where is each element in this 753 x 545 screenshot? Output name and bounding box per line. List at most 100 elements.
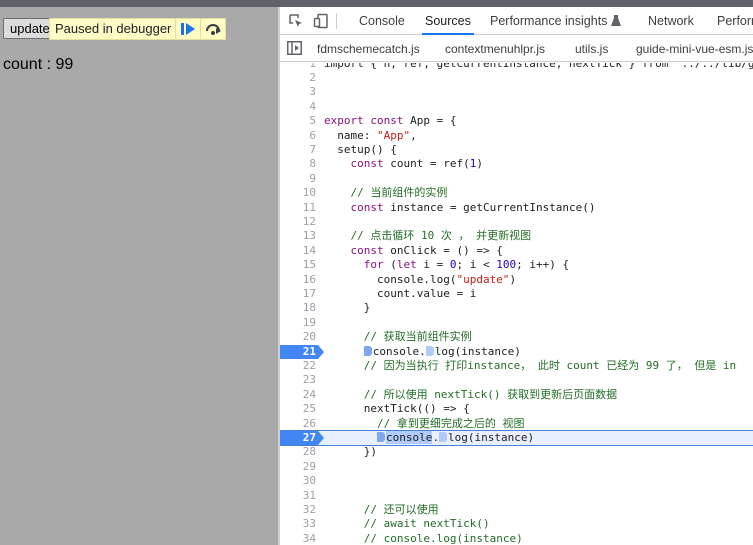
breakpoint-marker[interactable]: 21 <box>280 344 324 359</box>
code-text: // await nextTick() <box>363 517 490 531</box>
code-text: count.value = i <box>324 287 477 300</box>
devtools-panel: Console Sources Performance insights Net… <box>280 7 753 545</box>
code-line: 9 <box>280 172 753 186</box>
paused-label: Paused in debugger <box>55 21 172 36</box>
code-line: 7 setup() { <box>280 143 753 157</box>
line-number[interactable]: 22 <box>280 359 318 373</box>
code-line: 8 const count = ref(1) <box>280 157 753 171</box>
code-line: 20 // 获取当前组件实例 <box>280 330 753 344</box>
code-line: 1 import { h, ref, getCurrentInstance, n… <box>280 63 753 71</box>
line-number[interactable]: 24 <box>280 388 318 402</box>
line-number[interactable]: 34 <box>280 532 318 545</box>
code-text: export const App = { <box>324 114 457 128</box>
line-number[interactable]: 11 <box>280 201 318 215</box>
code-text: // 还可以使用 <box>363 503 439 516</box>
line-number[interactable]: 29 <box>280 460 318 474</box>
line-number[interactable]: 4 <box>280 100 318 114</box>
editor-file-tabs: fdmschemecatch.js contextmenuhlpr.js uti… <box>280 36 753 62</box>
code-line: 4 <box>280 100 753 114</box>
devtools-toolbar: Console Sources Performance insights Net… <box>280 7 753 35</box>
navigator-toggle-icon[interactable] <box>287 41 302 55</box>
line-number[interactable]: 20 <box>280 330 318 344</box>
file-tab-contextmenuhlpr[interactable]: contextmenuhlpr.js <box>445 36 545 62</box>
code-text: setup() { <box>324 143 397 156</box>
tab-sources[interactable]: Sources <box>422 7 474 35</box>
file-tab-utils[interactable]: utils.js <box>575 36 608 62</box>
line-number[interactable]: 13 <box>280 229 318 243</box>
code-line: 16 console.log("update") <box>280 273 753 287</box>
line-number[interactable]: 32 <box>280 503 318 517</box>
code-line: 25 nextTick(() => { <box>280 402 753 416</box>
code-line: 23 <box>280 373 753 387</box>
resume-button[interactable] <box>175 19 200 39</box>
step-over-button[interactable] <box>200 19 225 39</box>
code-line-breakpoint: 27 console. log(instance) <box>280 430 753 446</box>
page-viewport: update Paused in debugger count : 99 <box>0 7 278 545</box>
breakpoint-marker[interactable]: 27 <box>280 431 324 445</box>
line-number[interactable]: 10 <box>280 186 318 200</box>
code-line: 2 <box>280 71 753 85</box>
code-line: 33 // await nextTick() <box>280 517 753 531</box>
line-number[interactable]: 2 <box>280 71 318 85</box>
code-line: 5 export const App = { <box>280 114 753 128</box>
code-line: 17 count.value = i <box>280 287 753 301</box>
line-number[interactable]: 25 <box>280 402 318 416</box>
code-line: 19 <box>280 316 753 330</box>
line-number[interactable]: 31 <box>280 489 318 503</box>
line-number[interactable]: 19 <box>280 316 318 330</box>
toolbar-separator <box>336 13 337 29</box>
line-number[interactable]: 28 <box>280 445 318 459</box>
line-number[interactable]: 17 <box>280 287 318 301</box>
line-number[interactable]: 26 <box>280 417 318 431</box>
line-number[interactable]: 33 <box>280 517 318 531</box>
line-number[interactable]: 9 <box>280 172 318 186</box>
tab-performance[interactable]: Performance <box>717 7 753 35</box>
code-line: 3 <box>280 85 753 99</box>
code-line: 12 <box>280 215 753 229</box>
tab-network[interactable]: Network <box>648 7 694 35</box>
code-line: 15 for (let i = 0; i < 100; i++) { <box>280 258 753 272</box>
line-number[interactable]: 5 <box>280 114 318 128</box>
line-number[interactable]: 12 <box>280 215 318 229</box>
code-line: 13 // 点击循环 10 次 ， 并更新视图 <box>280 229 753 243</box>
code-text: import { h, ref, getCurrentInstance, nex… <box>324 63 753 70</box>
code-text: // 当前组件的实例 <box>350 186 448 200</box>
paused-in-debugger-bar: Paused in debugger <box>49 18 227 40</box>
inspect-element-icon[interactable] <box>288 13 304 29</box>
file-tab-guide-mini-vue-esm[interactable]: guide-mini-vue-esm.js <box>636 36 753 62</box>
device-toolbar-icon[interactable] <box>313 13 329 29</box>
code-text: console.log("update") <box>324 272 517 286</box>
line-number[interactable]: 16 <box>280 273 318 287</box>
code-text: // 因为当执行 打印instance， 此时 count 已经为 99 了， … <box>363 359 737 372</box>
window-top-strip <box>0 0 753 7</box>
code-line: 34 // console.log(instance) <box>280 532 753 545</box>
code-line: 26 // 拿到更细完成之后的 视图 <box>280 417 753 431</box>
line-number[interactable]: 15 <box>280 258 318 272</box>
code-text: // 拿到更细完成之后的 视图 <box>376 416 525 430</box>
code-line: 24 // 所以使用 nextTick() 获取到更新后页面数据 <box>280 388 753 402</box>
code-text: const instance = getCurrentInstance() <box>350 200 596 214</box>
line-number[interactable]: 6 <box>280 129 318 143</box>
code-text: console. log(instance) <box>324 431 534 445</box>
tab-console[interactable]: Console <box>359 7 405 35</box>
line-number[interactable]: 7 <box>280 143 318 157</box>
line-number[interactable]: 8 <box>280 157 318 171</box>
line-number[interactable]: 18 <box>280 301 318 315</box>
code-editor[interactable]: 1 import { h, ref, getCurrentInstance, n… <box>280 63 753 545</box>
code-text: // 获取当前组件实例 <box>363 330 472 344</box>
code-text: name: "App", <box>324 128 417 142</box>
line-number[interactable]: 30 <box>280 474 318 488</box>
line-number[interactable]: 23 <box>280 373 318 387</box>
code-text: // console.log(instance) <box>363 531 523 545</box>
code-line: 22 // 因为当执行 打印instance， 此时 count 已经为 99 … <box>280 359 753 373</box>
file-tab-fdmschemecatch[interactable]: fdmschemecatch.js <box>317 36 420 62</box>
code-line: 10 // 当前组件的实例 <box>280 186 753 200</box>
line-number[interactable]: 14 <box>280 244 318 258</box>
tab-performance-insights[interactable]: Performance insights <box>490 7 621 35</box>
code-text: nextTick(() => { <box>324 402 470 416</box>
code-line: 29 <box>280 460 753 474</box>
step-over-icon <box>206 24 222 35</box>
code-text: for (let i = 0; i < 100; i++) { <box>363 258 570 272</box>
code-line: 14 const onClick = () => { <box>280 244 753 258</box>
line-number[interactable]: 3 <box>280 85 318 99</box>
